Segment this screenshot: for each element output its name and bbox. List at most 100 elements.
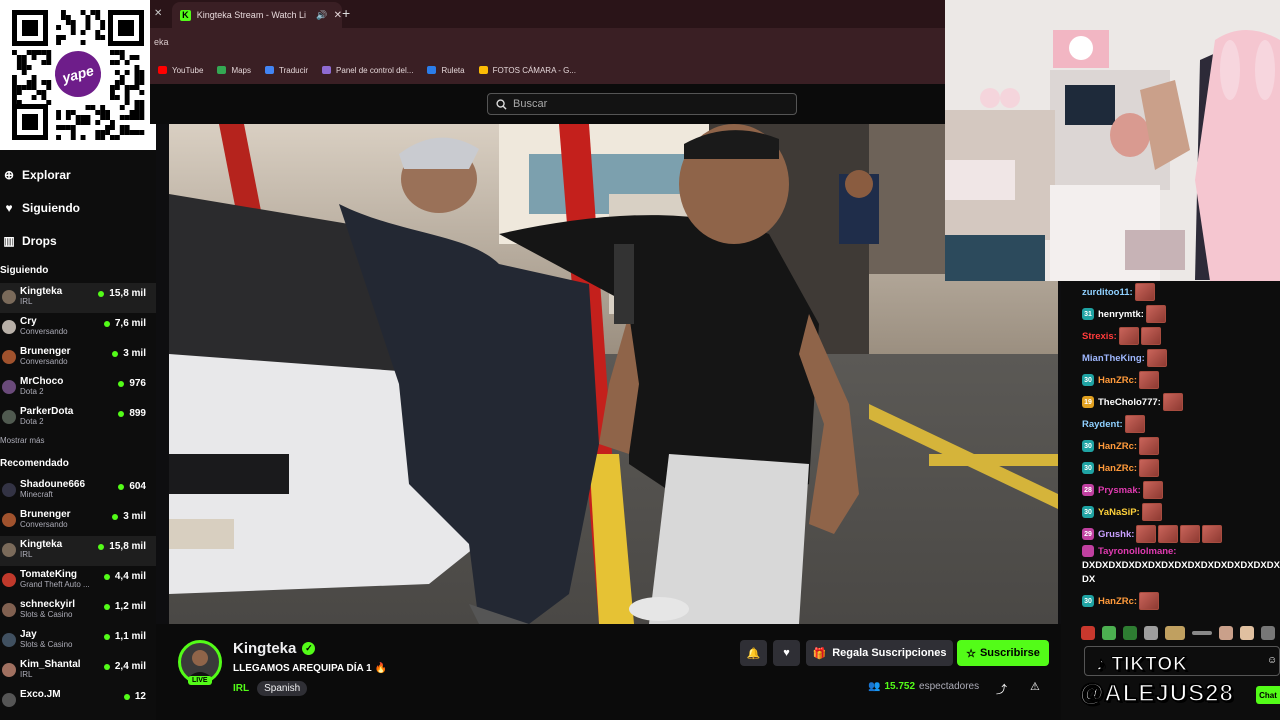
chat-username[interactable]: Raydent: — [1082, 419, 1123, 430]
channel-viewer-count: 976 — [129, 378, 146, 389]
chat-username[interactable]: Tayronollolmane: — [1098, 546, 1176, 557]
qr-module — [105, 125, 110, 130]
recommended-section-title: Recomendado — [0, 458, 69, 469]
sidebar-nav-label: Siguiendo — [22, 200, 80, 215]
qr-module — [134, 115, 140, 120]
sidebar-channel-item[interactable]: Kingteka IRL 15,8 mil — [0, 283, 156, 313]
channel-name[interactable]: Kingteka ✓ — [233, 640, 316, 657]
heart-icon: ♥ — [783, 647, 790, 659]
sidebar-channel-item[interactable]: Cry Conversando 7,6 mil — [0, 313, 156, 343]
sidebar-channel-item[interactable]: ParkerDota Dota 2 899 — [0, 403, 156, 433]
chat-username[interactable]: TheCholo777: — [1098, 397, 1161, 408]
show-more-link[interactable]: Mostrar más — [0, 433, 156, 451]
close-tab-icon[interactable]: ✕ — [334, 10, 342, 21]
search-input[interactable]: Buscar — [487, 93, 797, 115]
qr-module — [41, 95, 47, 100]
chat-send-button[interactable]: Chat — [1256, 686, 1280, 704]
chat-username[interactable]: Prysmak: — [1098, 485, 1141, 496]
channel-viewer-count: 1,2 mil — [114, 601, 146, 612]
chat-username[interactable]: HanZRc: — [1098, 441, 1137, 452]
report-icon[interactable]: ⚠ — [1030, 680, 1040, 693]
emoji-picker-icon[interactable]: ☺ — [1267, 655, 1277, 666]
qr-module — [70, 20, 76, 25]
language-tag[interactable]: Spanish — [257, 681, 308, 696]
channel-name-text: Kingteka — [233, 640, 297, 657]
qr-module — [21, 85, 27, 90]
qr-module — [110, 120, 115, 125]
sidebar-nav-drops[interactable]: ▥ Drops — [0, 224, 156, 257]
follow-heart-button[interactable]: ♥ — [773, 640, 800, 666]
gift-subs-button[interactable]: 🎁 Regala Suscripciones — [806, 640, 953, 666]
qr-module — [85, 120, 91, 125]
notification-bell-button[interactable]: 🔔 — [740, 640, 767, 666]
emote-icon[interactable] — [1102, 626, 1116, 640]
sidebar-nav-siguiendo[interactable]: ♥ Siguiendo — [0, 191, 156, 224]
sidebar-channel-item[interactable]: Brunenger Conversando 3 mil — [0, 343, 156, 373]
sidebar-channel-item[interactable]: schneckyirl Slots & Casino 1,2 mil — [0, 596, 156, 626]
speaker-icon[interactable]: 🔊 — [316, 10, 327, 21]
bookmark-item[interactable]: FOTOS CÁMARA - G... — [478, 66, 576, 75]
subscribe-button[interactable]: ☆ Suscribirse — [957, 640, 1049, 666]
address-bar[interactable]: eka — [150, 28, 945, 56]
sidebar-channel-item[interactable]: Jay Slots & Casino 1,1 mil — [0, 626, 156, 656]
bookmark-item[interactable]: YouTube — [158, 66, 203, 75]
video-player[interactable] — [169, 124, 1058, 624]
emote-icon[interactable] — [1240, 626, 1254, 640]
sidebar-channel-item[interactable]: Kim_Shantal IRL 2,4 mil — [0, 656, 156, 686]
new-tab-icon[interactable]: + — [342, 5, 350, 21]
emote-icon[interactable] — [1123, 626, 1137, 640]
chat-username[interactable]: zurditoo11: — [1082, 287, 1133, 298]
bookmark-item[interactable]: Traducir — [265, 66, 308, 75]
chat-username[interactable]: Grushk: — [1098, 529, 1134, 540]
bookmark-label: Ruleta — [441, 65, 465, 75]
bookmark-favicon-icon — [217, 66, 227, 74]
qr-module — [129, 55, 135, 60]
emote-icon[interactable] — [1219, 626, 1233, 640]
sidebar-channel-item[interactable]: Kingteka IRL 15,8 mil — [0, 536, 156, 566]
qr-module — [124, 95, 130, 100]
qr-module — [95, 30, 101, 35]
stream-tags: IRL Spanish — [233, 681, 308, 696]
chat-username[interactable]: MianTheKing: — [1082, 353, 1145, 364]
emote-icon[interactable] — [1165, 626, 1185, 640]
emote-icon[interactable] — [1144, 626, 1158, 640]
viewer-number: 15.752 — [884, 681, 916, 692]
category-link[interactable]: IRL — [233, 683, 249, 694]
bookmark-item[interactable]: Ruleta — [427, 65, 465, 75]
tiktok-icon: ♪ — [1096, 654, 1107, 676]
sidebar-nav-explorar[interactable]: ⊕ Explorar — [0, 158, 156, 191]
qr-module — [95, 110, 101, 115]
chat-username[interactable]: henrymtk: — [1098, 309, 1144, 320]
qr-module — [100, 105, 106, 110]
sidebar-channel-item[interactable]: Shadoune666 Minecraft 604 — [0, 476, 156, 506]
qr-module — [139, 115, 145, 120]
emote-icon[interactable] — [1192, 631, 1212, 635]
heart-icon: ♥ — [5, 200, 13, 215]
emote-icon — [1162, 393, 1183, 411]
sidebar-channel-item[interactable]: Exco.JM 12 — [0, 686, 156, 716]
qr-module — [119, 105, 125, 110]
qr-module — [105, 110, 110, 115]
channel-category: IRL — [20, 670, 33, 679]
chat-message: 29 Grushk: — [1061, 523, 1280, 545]
bookmark-item[interactable]: Maps — [217, 66, 251, 75]
chat-username[interactable]: Strexis: — [1082, 331, 1117, 342]
chat-message: 30 HanZRc: — [1061, 457, 1280, 479]
close-icon[interactable]: ✕ — [154, 8, 162, 19]
sidebar-channel-item[interactable]: TomateKing Grand Theft Auto ... 4,4 mil — [0, 566, 156, 596]
chat-username[interactable]: HanZRc: — [1098, 375, 1137, 386]
emote-icon[interactable] — [1261, 626, 1275, 640]
chat-username[interactable]: YaNaSiP: — [1098, 507, 1140, 518]
chat-username[interactable]: HanZRc: — [1098, 463, 1137, 474]
share-icon[interactable]: ⤴ — [996, 681, 1007, 697]
emote-icon — [1158, 525, 1179, 543]
sidebar-channel-item[interactable]: Brunenger Conversando 3 mil — [0, 506, 156, 536]
emote-icon[interactable] — [1081, 626, 1095, 640]
chat-username[interactable]: HanZRc: — [1098, 596, 1137, 607]
sidebar-channel-item[interactable]: MrChoco Dota 2 976 — [0, 373, 156, 403]
channel-viewers: 15,8 mil — [98, 541, 146, 552]
browser-tab-active[interactable]: K Kingteka Stream - Watch Li 🔊 ✕ — [172, 2, 342, 28]
qr-module — [124, 125, 130, 130]
bookmark-item[interactable]: Panel de control del... — [322, 66, 413, 75]
qr-module — [114, 70, 120, 75]
